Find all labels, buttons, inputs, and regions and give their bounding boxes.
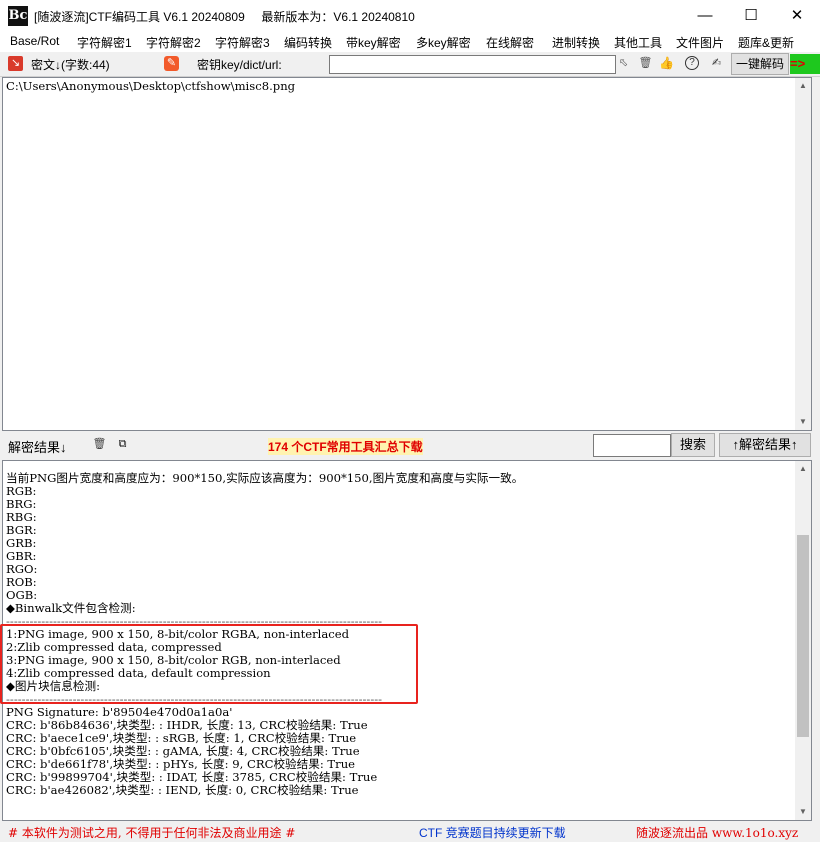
menu-base-convert[interactable]: 进制转换	[552, 34, 600, 51]
input-text: C:\Users\Anonymous\Desktop\ctfshow\misc8…	[6, 79, 296, 93]
result-line: BRG:	[6, 497, 37, 511]
thumbs-up-icon[interactable]: 👍	[659, 56, 674, 71]
copy-result-icon[interactable]: ⧉	[115, 437, 130, 452]
eraser-icon[interactable]: ✎	[164, 56, 179, 71]
clear-result-trash-icon[interactable]: 🗑	[92, 437, 107, 452]
search-button[interactable]: 搜索	[671, 433, 715, 457]
cursor-select-icon[interactable]: ⬁	[616, 56, 631, 71]
one-click-decode-button[interactable]: 一键解码	[731, 53, 789, 75]
scroll-up-icon[interactable]: ▲	[795, 461, 811, 477]
key-input[interactable]	[329, 55, 616, 74]
result-line: GBR:	[6, 549, 37, 563]
result-line: RGB:	[6, 484, 37, 498]
result-scrollbar[interactable]: ▲ ▼	[795, 461, 811, 820]
menu-other-tools[interactable]: 其他工具	[614, 34, 662, 51]
ctf-update-link[interactable]: CTF 竞赛题目持续更新下载	[419, 824, 566, 841]
menu-char-decrypt-1[interactable]: 字符解密1	[77, 34, 132, 51]
menu-key-decrypt[interactable]: 带key解密	[346, 34, 401, 51]
result-line: RBG:	[6, 510, 37, 524]
minimize-icon[interactable]: —	[682, 0, 728, 31]
result-line: ROB:	[6, 575, 37, 589]
menu-bar: Base/Rot 字符解密1 字符解密2 字符解密3 编码转换 带key解密 多…	[0, 31, 820, 52]
menu-question-bank-update[interactable]: 题库&更新	[738, 34, 794, 51]
exit-arrow-icon[interactable]: ↘	[8, 56, 23, 71]
crc-line: CRC: b'ae426082',块类型: : IEND, 长度: 0, CRC…	[6, 783, 359, 797]
disclaimer-text: # 本软件为测试之用, 不得用于任何非法及商业用途 #	[8, 826, 296, 840]
highlight-box	[0, 624, 418, 704]
menu-online-decrypt[interactable]: 在线解密	[486, 34, 534, 51]
menu-encoding-convert[interactable]: 编码转换	[284, 34, 332, 51]
menu-base-rot[interactable]: Base/Rot	[10, 34, 59, 48]
result-line: GRB:	[6, 536, 37, 550]
scroll-down-icon[interactable]: ▼	[795, 804, 811, 820]
toolbar: ↘ 密文↓(字数:44) ✎ 密钥key/dict/url: ⬁ 🗑 👍 ? ✍…	[0, 52, 820, 77]
window-title: [随波逐流]CTF编码工具 V6.1 20240809 最新版本为：V6.1 2…	[34, 10, 415, 24]
edit-icon[interactable]: ✍	[709, 56, 724, 71]
footer-bar: # 本软件为测试之用, 不得用于任何非法及商业用途 # CTF 竞赛题目持续更新…	[0, 821, 820, 842]
menu-char-decrypt-3[interactable]: 字符解密3	[215, 34, 270, 51]
title-bar: Bc [随波逐流]CTF编码工具 V6.1 20240809 最新版本为：V6.…	[0, 0, 820, 32]
menu-multi-key-decrypt[interactable]: 多key解密	[416, 34, 471, 51]
go-arrow-button[interactable]: =>	[790, 54, 820, 74]
help-icon[interactable]: ?	[685, 56, 699, 70]
tools-download-link[interactable]: 174 个CTF常用工具汇总下载	[268, 438, 423, 455]
scroll-down-icon[interactable]: ▼	[795, 414, 811, 430]
scroll-up-icon[interactable]: ▲	[795, 78, 811, 94]
move-result-up-button[interactable]: ↑解密结果↑	[719, 433, 811, 457]
result-line: RGO:	[6, 562, 38, 576]
close-icon[interactable]: ✕	[774, 0, 820, 31]
cipher-text-area[interactable]: C:\Users\Anonymous\Desktop\ctfshow\misc8…	[2, 77, 812, 431]
result-line: BGR:	[6, 523, 37, 537]
input-scrollbar[interactable]: ▲ ▼	[795, 78, 811, 430]
result-label: 解密结果↓	[8, 440, 67, 455]
search-input[interactable]	[593, 434, 671, 457]
scrollbar-thumb[interactable]	[797, 535, 809, 737]
result-line: 当前PNG图片宽度和高度应为：900*150,实际应该高度为：900*150,图…	[6, 471, 524, 485]
trash-icon[interactable]: 🗑	[638, 56, 653, 71]
cipher-text-label: 密文↓(字数:44)	[31, 58, 110, 72]
author-site-link[interactable]: 随波逐流出品 www.1o1o.xyz	[636, 824, 798, 841]
maximize-icon[interactable]: ☐	[728, 0, 774, 31]
menu-file-image[interactable]: 文件图片	[676, 34, 724, 51]
app-logo-icon: Bc	[8, 6, 28, 26]
menu-char-decrypt-2[interactable]: 字符解密2	[146, 34, 201, 51]
key-label: 密钥key/dict/url:	[197, 58, 282, 72]
result-bar: 解密结果↓ 🗑 ⧉ 174 个CTF常用工具汇总下载 搜索 ↑解密结果↑	[0, 431, 820, 459]
